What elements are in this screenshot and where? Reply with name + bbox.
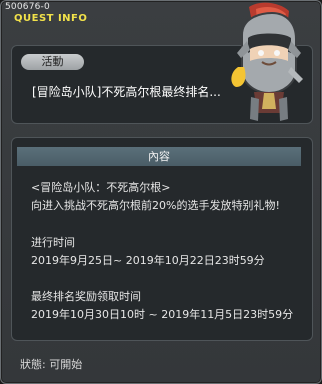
content-line-1: <冒险岛小队：不死高尔根> xyxy=(31,181,171,194)
content-line-4: 2019年9月25日~ 2019年10月22日23时59分 xyxy=(31,254,265,267)
content-line-2: 向进入挑战不死高尔根前20%的选手发放特别礼物! xyxy=(31,199,280,212)
quest-info-window: 500676-0 QUEST INFO 活動 [冒险岛小队]不死高尔根最终排名.… xyxy=(0,0,322,384)
window-title: QUEST INFO xyxy=(14,13,88,24)
content-line-5: 最终排名奖励领取时间 xyxy=(31,290,141,303)
content-line-6: 2019年10月30日10时 ~ 2019年11月5日23时59分 xyxy=(31,308,294,321)
event-tag: 活動 xyxy=(21,54,84,70)
knight-character-icon xyxy=(231,2,303,121)
content-line-3: 进行时间 xyxy=(31,236,75,249)
content-header: 內容 xyxy=(17,147,301,166)
status-text: 狀態: 可開始 xyxy=(20,358,83,371)
quest-title: [冒险岛小队]不死高尔根最终排名... xyxy=(32,85,221,99)
quest-id: 500676-0 xyxy=(5,2,50,12)
content-panel: 內容 <冒险岛小队：不死高尔根> 向进入挑战不死高尔根前20%的选手发放特别礼物… xyxy=(11,137,313,341)
